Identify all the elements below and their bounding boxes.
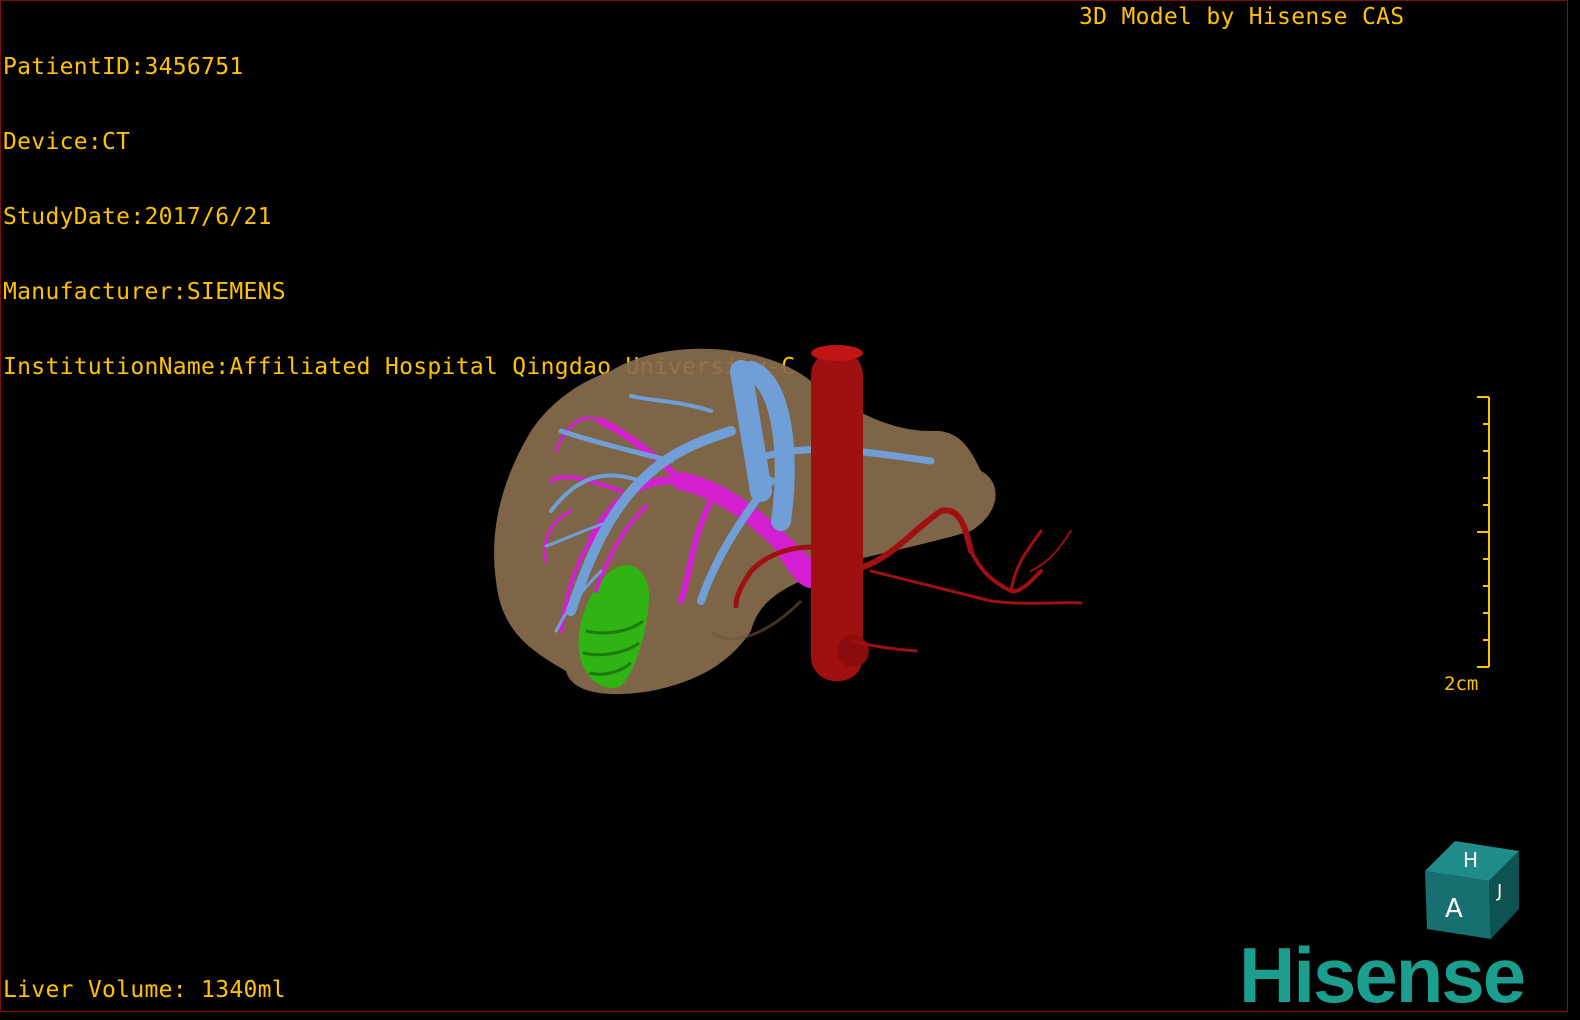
cube-top-letter: H [1463, 848, 1478, 872]
cube-front-letter: A [1445, 894, 1463, 924]
device-text: Device:CT [3, 129, 131, 155]
aorta [811, 345, 869, 681]
3d-viewport[interactable]: PatientID:3456751 Device:CT StudyDate:20… [0, 0, 1568, 1012]
cube-side-letter: J [1496, 881, 1502, 902]
liver-volume-text: Liver Volume: 1340ml [3, 977, 286, 1003]
study-date-text: StudyDate:2017/6/21 [3, 204, 272, 230]
patient-id-text: PatientID:3456751 [3, 54, 244, 80]
orientation-cube[interactable]: H A J [1419, 837, 1523, 941]
hisense-logo: Hisense [1239, 931, 1526, 1012]
scale-bar [1477, 396, 1490, 668]
scale-label: 2cm [1444, 673, 1479, 695]
manufacturer-text: Manufacturer:SIEMENS [3, 279, 286, 305]
model-credit-text: 3D Model by Hisense CAS [1079, 4, 1405, 30]
liver-3d-model[interactable] [471, 331, 1111, 711]
